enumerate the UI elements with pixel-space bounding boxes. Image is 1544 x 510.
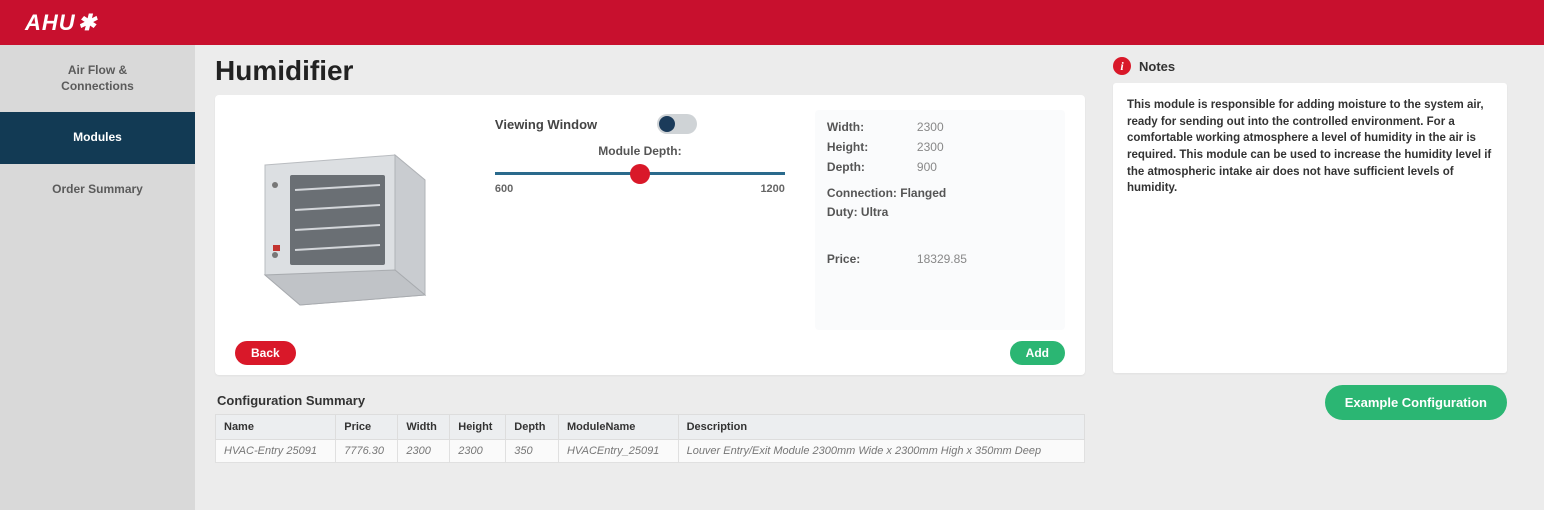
brand-star-icon: ✱ [78,10,97,36]
table-row[interactable]: HVAC-Entry 25091 7776.30 2300 2300 350 H… [216,440,1085,463]
info-icon: i [1113,57,1131,75]
depth-value: 900 [917,160,937,174]
cell-height: 2300 [450,440,506,463]
sidebar: Air Flow & Connections Modules Order Sum… [0,45,195,510]
th-height: Height [450,415,506,440]
th-name: Name [216,415,336,440]
cell-width: 2300 [398,440,450,463]
module-depth-label: Module Depth: [495,144,785,158]
width-label: Width: [827,120,917,134]
viewing-window-toggle[interactable] [657,114,697,134]
cell-name: HVAC-Entry 25091 [216,440,336,463]
cell-price: 7776.30 [336,440,398,463]
notes-body: This module is responsible for adding mo… [1113,83,1507,373]
cell-depth: 350 [506,440,559,463]
cell-desc: Louver Entry/Exit Module 2300mm Wide x 2… [678,440,1084,463]
viewing-window-label: Viewing Window [495,117,597,132]
slider-handle[interactable] [630,164,650,184]
main-content: Humidifier [195,45,1095,510]
humidifier-3d-icon [245,125,455,315]
config-summary-table: Name Price Width Height Depth ModuleName… [215,414,1085,463]
sidebar-item-modules[interactable]: Modules [0,112,195,164]
depth-slider[interactable]: 600 1200 [495,162,785,195]
th-width: Width [398,415,450,440]
depth-label: Depth: [827,160,917,174]
sidebar-item-airflow[interactable]: Air Flow & Connections [0,45,195,112]
cell-module: HVACEntry_25091 [558,440,678,463]
price-value: 18329.85 [917,252,967,266]
th-modulename: ModuleName [558,415,678,440]
sidebar-item-order-summary[interactable]: Order Summary [0,164,195,216]
duty-value: Duty: Ultra [827,203,1053,222]
slider-min: 600 [495,183,513,195]
th-depth: Depth [506,415,559,440]
add-button[interactable]: Add [1010,341,1065,365]
notes-column: i Notes This module is responsible for a… [1095,45,1525,510]
brand-text: AHU [25,10,76,36]
config-summary-title: Configuration Summary [217,393,1075,408]
height-label: Height: [827,140,917,154]
module-image [235,110,465,330]
app-header: AHU ✱ [0,0,1544,45]
height-value: 2300 [917,140,944,154]
slider-max: 1200 [760,183,784,195]
back-button[interactable]: Back [235,341,296,365]
notes-title: Notes [1139,59,1175,74]
toggle-knob-icon [659,116,675,132]
width-value: 2300 [917,120,944,134]
th-price: Price [336,415,398,440]
brand-logo: AHU ✱ [25,10,97,36]
example-configuration-button[interactable]: Example Configuration [1325,385,1507,420]
price-label: Price: [827,252,917,266]
th-description: Description [678,415,1084,440]
spec-panel: Width:2300 Height:2300 Depth:900 Connect… [815,110,1065,330]
connection-value: Connection: Flanged [827,184,1053,203]
controls-column: Viewing Window Module Depth: 600 1200 [495,110,785,330]
page-title: Humidifier [215,55,1075,87]
module-card: Viewing Window Module Depth: 600 1200 [215,95,1085,375]
